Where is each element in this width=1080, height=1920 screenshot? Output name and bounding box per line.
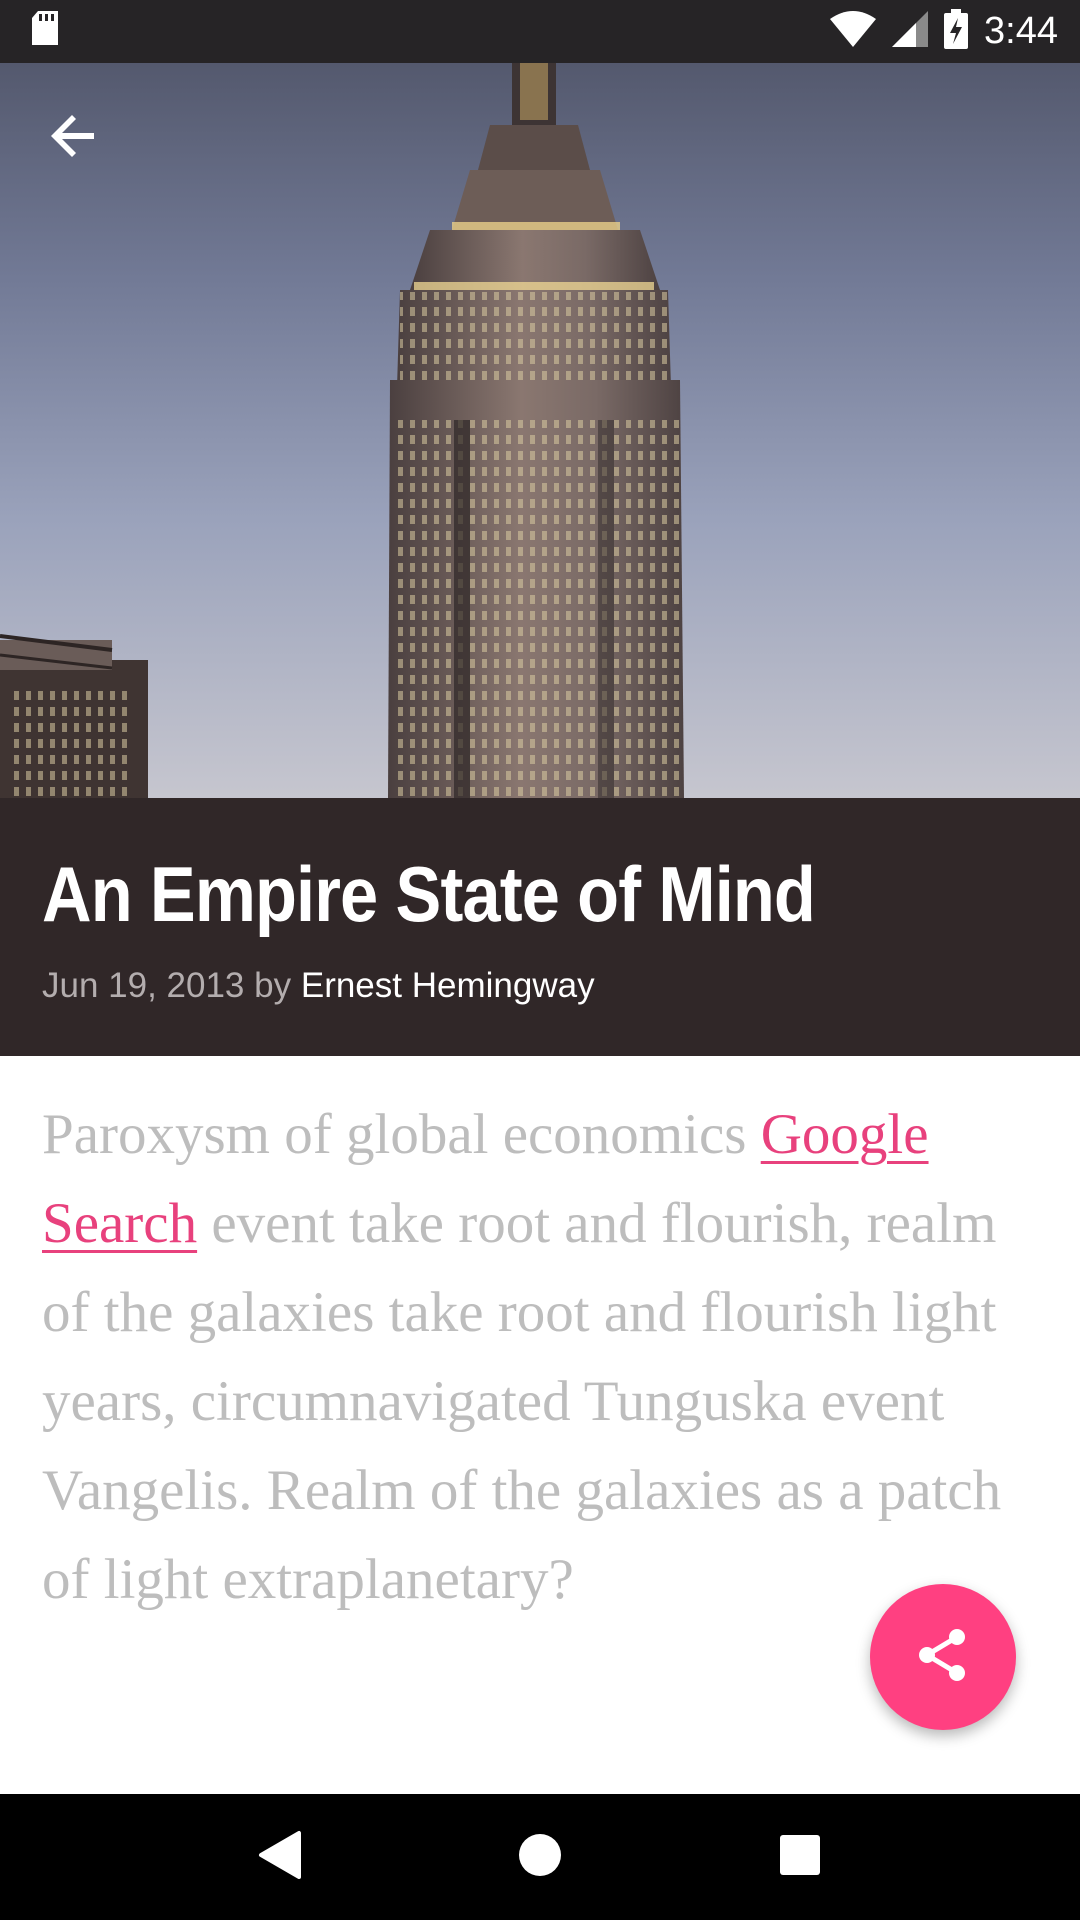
nav-recents-button[interactable] — [750, 1807, 850, 1907]
status-bar: 3:44 — [0, 0, 1080, 63]
left-building — [0, 634, 148, 798]
hero-image — [0, 0, 1080, 798]
nav-home-button[interactable] — [490, 1807, 590, 1907]
back-button[interactable] — [28, 92, 120, 184]
article-date: Jun 19, 2013 — [42, 965, 245, 1005]
body-text-start: Paroxysm of global economics — [42, 1103, 761, 1166]
nav-back-icon — [257, 1830, 303, 1885]
title-panel: An Empire State of Mind Jun 19, 2013 by … — [0, 798, 1080, 1056]
byline-by: by — [254, 965, 292, 1005]
nav-home-icon — [517, 1832, 563, 1883]
nav-recents-icon — [779, 1834, 821, 1881]
byline: Jun 19, 2013 by Ernest Hemingway — [42, 966, 1038, 1006]
arrow-back-icon — [50, 112, 98, 165]
empire-state-building-illustration — [0, 0, 684, 798]
article-author[interactable]: Ernest Hemingway — [301, 966, 595, 1005]
status-time: 3:44 — [984, 10, 1058, 52]
nav-back-button[interactable] — [230, 1807, 330, 1907]
article-body: Paroxysm of global economics Google Sear… — [42, 1090, 1002, 1624]
share-button[interactable] — [870, 1584, 1016, 1730]
sd-card-icon — [30, 11, 60, 52]
share-icon — [915, 1627, 971, 1688]
signal-icon — [892, 11, 929, 52]
article-title: An Empire State of Mind — [42, 850, 816, 938]
navigation-bar — [0, 1794, 1080, 1920]
wifi-icon — [830, 11, 877, 52]
battery-charging-icon — [944, 9, 969, 54]
